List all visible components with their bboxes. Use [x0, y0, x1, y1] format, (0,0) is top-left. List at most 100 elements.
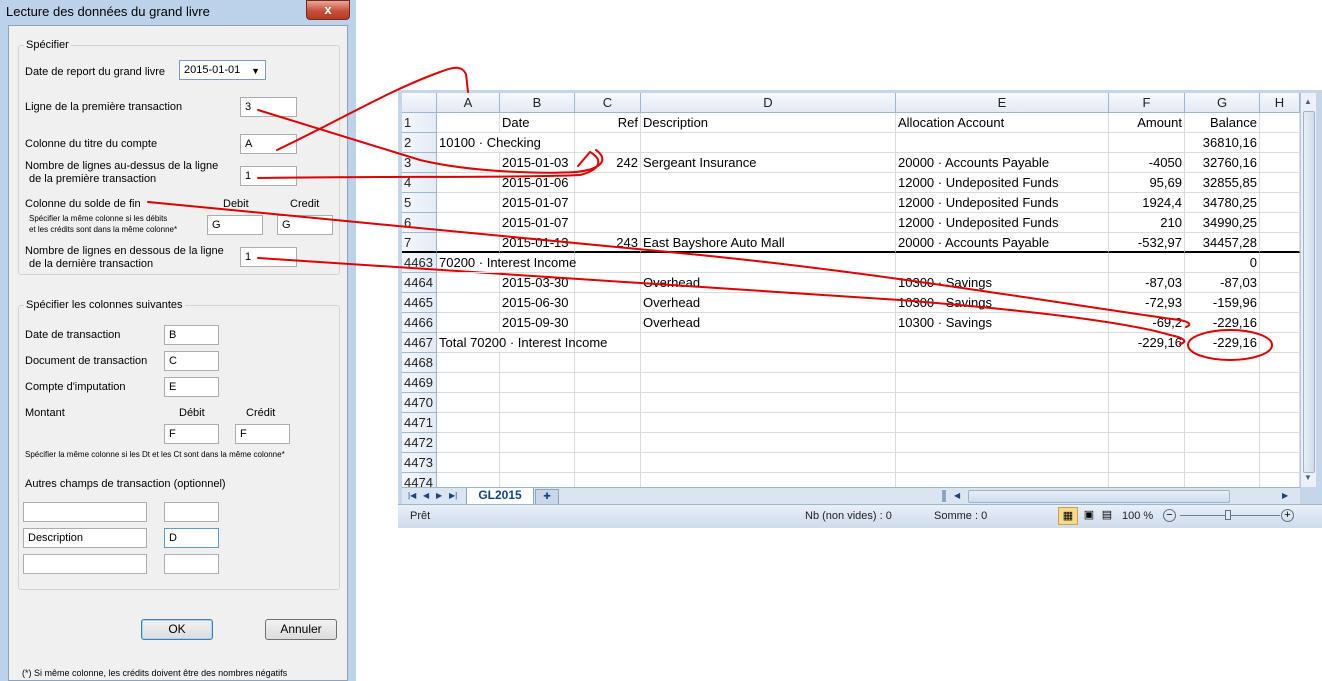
cell-a-5[interactable] — [437, 193, 500, 213]
cell-d-4467[interactable] — [641, 333, 896, 353]
account-title-col-input[interactable]: A — [240, 134, 297, 154]
cell-e-7[interactable]: 20000 · Accounts Payable — [896, 233, 1109, 253]
last-sheet-icon[interactable]: ▶| — [449, 491, 457, 500]
cell-e-4468[interactable] — [896, 353, 1109, 373]
cell-f-4[interactable]: 95,69 — [1109, 173, 1185, 193]
scroll-left-icon[interactable]: ◀ — [954, 491, 960, 500]
first-row-input[interactable]: 3 — [240, 97, 297, 117]
zoom-level[interactable]: 100 % — [1122, 510, 1153, 522]
vertical-scrollbar[interactable]: ▲ ▼ — [1300, 93, 1316, 487]
cell-b-7[interactable]: 2015-01-13 — [500, 233, 575, 253]
row-header[interactable]: 1 — [402, 113, 437, 133]
cell-d-1[interactable]: Description — [641, 113, 896, 133]
cell-c-4472[interactable] — [575, 433, 641, 453]
cell-d-4466[interactable]: Overhead — [641, 313, 896, 333]
cell-b-4464[interactable]: 2015-03-30 — [500, 273, 575, 293]
cell-e-3[interactable]: 20000 · Accounts Payable — [896, 153, 1109, 173]
cell-h-4464[interactable] — [1260, 273, 1300, 293]
tx-doc-input[interactable]: C — [164, 351, 219, 371]
cell-f-4468[interactable] — [1109, 353, 1185, 373]
row-header[interactable]: 4474 — [402, 473, 437, 487]
prev-sheet-icon[interactable]: ◀ — [423, 491, 429, 500]
cell-f-4463[interactable] — [1109, 253, 1185, 273]
cell-c-4464[interactable] — [575, 273, 641, 293]
cell-b-4466[interactable]: 2015-09-30 — [500, 313, 575, 333]
cell-f-5[interactable]: 1924,4 — [1109, 193, 1185, 213]
cell-h-4466[interactable] — [1260, 313, 1300, 333]
cell-e-4471[interactable] — [896, 413, 1109, 433]
cell-b-5[interactable]: 2015-01-07 — [500, 193, 575, 213]
cell-d-4463[interactable] — [641, 253, 896, 273]
cell-c-6[interactable] — [575, 213, 641, 233]
chevron-down-icon[interactable]: ▼ — [251, 64, 260, 78]
cell-d-4465[interactable]: Overhead — [641, 293, 896, 313]
cell-e-4472[interactable] — [896, 433, 1109, 453]
cell-g-7[interactable]: 34457,28 — [1185, 233, 1260, 253]
cell-a-4464[interactable] — [437, 273, 500, 293]
other-field-col-input[interactable]: D — [164, 528, 219, 548]
cell-a-4469[interactable] — [437, 373, 500, 393]
next-sheet-icon[interactable]: ▶ — [436, 491, 442, 500]
cell-g-4467[interactable]: -229,16 — [1185, 333, 1260, 353]
cell-g-3[interactable]: 32760,16 — [1185, 153, 1260, 173]
cell-c-5[interactable] — [575, 193, 641, 213]
column-header[interactable]: A — [437, 93, 500, 113]
cell-a-4466[interactable] — [437, 313, 500, 333]
cell-c-2[interactable] — [575, 133, 641, 153]
scroll-right-icon[interactable]: ▶ — [1282, 491, 1288, 500]
cell-h-4471[interactable] — [1260, 413, 1300, 433]
insert-sheet-icon[interactable]: ✚ — [535, 489, 559, 505]
cell-e-4465[interactable]: 10300 · Savings — [896, 293, 1109, 313]
cell-a-6[interactable] — [437, 213, 500, 233]
amount-credit-input[interactable]: F — [235, 424, 290, 444]
cell-g-4466[interactable]: -229,16 — [1185, 313, 1260, 333]
cell-g-1[interactable]: Balance — [1185, 113, 1260, 133]
cell-e-4463[interactable] — [896, 253, 1109, 273]
cell-a-4473[interactable] — [437, 453, 500, 473]
cell-e-5[interactable]: 12000 · Undeposited Funds — [896, 193, 1109, 213]
amount-debit-input[interactable]: F — [164, 424, 219, 444]
cell-f-4473[interactable] — [1109, 453, 1185, 473]
cell-d-2[interactable] — [641, 133, 896, 153]
cell-f-4471[interactable] — [1109, 413, 1185, 433]
cell-e-4466[interactable]: 10300 · Savings — [896, 313, 1109, 333]
cell-a-3[interactable] — [437, 153, 500, 173]
cell-h-5[interactable] — [1260, 193, 1300, 213]
cell-e-4469[interactable] — [896, 373, 1109, 393]
cell-g-6[interactable]: 34990,25 — [1185, 213, 1260, 233]
cell-b-4470[interactable] — [500, 393, 575, 413]
cell-d-7[interactable]: East Bayshore Auto Mall — [641, 233, 896, 253]
cell-f-4465[interactable]: -72,93 — [1109, 293, 1185, 313]
row-header[interactable]: 2 — [402, 133, 437, 153]
end-balance-credit-input[interactable]: G — [277, 215, 333, 235]
cell-c-4465[interactable] — [575, 293, 641, 313]
end-balance-debit-input[interactable]: G — [207, 215, 263, 235]
cell-d-4472[interactable] — [641, 433, 896, 453]
cell-c-4463[interactable] — [575, 253, 641, 273]
other-field-col-input[interactable] — [164, 554, 219, 574]
column-header[interactable]: F — [1109, 93, 1185, 113]
cell-b-4[interactable]: 2015-01-06 — [500, 173, 575, 193]
cell-d-4469[interactable] — [641, 373, 896, 393]
column-header[interactable]: H — [1260, 93, 1300, 113]
cell-b-4474[interactable] — [500, 473, 575, 487]
scroll-down-icon[interactable]: ▼ — [1304, 473, 1312, 482]
rows-above-input[interactable]: 1 — [240, 166, 297, 186]
cell-c-7[interactable]: 243 — [575, 233, 641, 253]
cell-h-4[interactable] — [1260, 173, 1300, 193]
other-field-name-input[interactable] — [23, 554, 147, 574]
cell-e-4467[interactable] — [896, 333, 1109, 353]
cell-h-7[interactable] — [1260, 233, 1300, 253]
cell-d-4470[interactable] — [641, 393, 896, 413]
cell-e-6[interactable]: 12000 · Undeposited Funds — [896, 213, 1109, 233]
cell-h-4468[interactable] — [1260, 353, 1300, 373]
cell-f-4467[interactable]: -229,16 — [1109, 333, 1185, 353]
row-header[interactable]: 5 — [402, 193, 437, 213]
cell-b-4471[interactable] — [500, 413, 575, 433]
cell-c-4470[interactable] — [575, 393, 641, 413]
cell-b-4472[interactable] — [500, 433, 575, 453]
cell-c-4469[interactable] — [575, 373, 641, 393]
cell-a-4471[interactable] — [437, 413, 500, 433]
cell-f-6[interactable]: 210 — [1109, 213, 1185, 233]
zoom-in-icon[interactable]: + — [1281, 509, 1294, 522]
